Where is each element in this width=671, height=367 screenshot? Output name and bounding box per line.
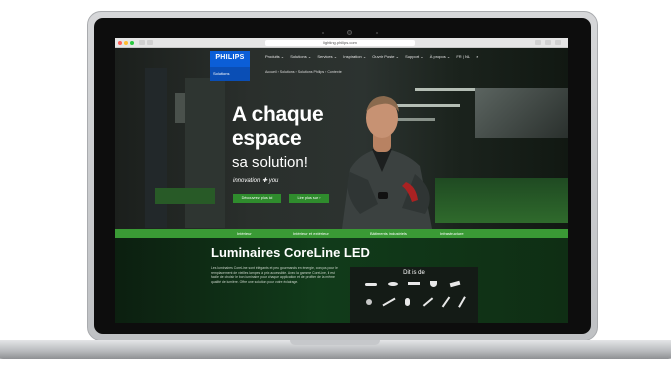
green-wall-stripe — [155, 188, 215, 204]
sensor-dot — [376, 32, 378, 34]
category-link[interactable]: Intérieur et extérieur — [293, 229, 329, 238]
luminaire-icon — [405, 298, 410, 306]
category-link[interactable]: Intérieur — [237, 229, 252, 238]
category-bar: Intérieur Intérieur et extérieur Bâtimen… — [115, 229, 568, 238]
luminaire-icon — [366, 299, 372, 305]
panel-title: Dit is de — [403, 270, 425, 276]
category-link[interactable]: Bâtiments industriels — [370, 229, 407, 238]
hero-subheadline: sa solution! — [232, 154, 308, 171]
main-menu: Produits ⌄ Solutions ⌄ Services ⌄ Inspir… — [265, 54, 483, 59]
back-button[interactable] — [139, 40, 145, 45]
luminaire-icon — [408, 282, 420, 285]
menu-item[interactable]: Produits ⌄ — [265, 54, 284, 59]
headline-line: espace — [232, 127, 302, 150]
product-section: Luminaires CoreLine LED Les luminaires C… — [115, 238, 568, 323]
language-switch[interactable]: FR | NL — [456, 54, 470, 59]
luminaire-icon — [430, 281, 437, 287]
sensor-dot — [322, 32, 324, 34]
hero-tagline: innovation ✚ you — [233, 178, 279, 184]
minimize-icon[interactable] — [124, 41, 128, 45]
forward-button[interactable] — [147, 40, 153, 45]
green-wall-stripe — [435, 178, 568, 223]
category-link[interactable]: Infrastructure — [440, 229, 464, 238]
logo-subtitle: Solutions — [210, 67, 250, 81]
close-icon[interactable] — [118, 41, 122, 45]
laptop-screen: lighting.philips.com PHILIPS Solutions P… — [115, 38, 568, 323]
menu-item[interactable]: Ouvrir Poste ⌄ — [372, 54, 399, 59]
maximize-icon[interactable] — [130, 41, 134, 45]
luminaire-icon — [422, 297, 434, 307]
search-icon[interactable]: ⌕ — [476, 54, 478, 59]
person-photo — [342, 96, 432, 229]
share-button[interactable] — [535, 40, 541, 45]
laptop-notch — [290, 340, 380, 345]
section-title: Luminaires CoreLine LED — [211, 245, 370, 260]
luminaire-icon — [388, 282, 398, 286]
discover-button[interactable]: Découvrez plus ici — [233, 194, 281, 203]
hero-banner: PHILIPS Solutions Produits ⌄ Solutions ⌄… — [115, 48, 568, 229]
camera-icon — [347, 30, 352, 35]
headline-line: A chaque — [232, 103, 324, 126]
tabs-button[interactable] — [545, 40, 551, 45]
hero-headline: A chaque espace — [232, 103, 324, 151]
ceiling-duct — [475, 88, 568, 138]
parking-wall — [185, 78, 225, 228]
luminaire-icon — [365, 283, 377, 286]
luminaire-icon — [382, 297, 396, 307]
luminaire-icon — [449, 280, 461, 288]
menu-item[interactable]: À propos ⌄ — [430, 54, 450, 59]
section-paragraph: Les luminaires CoreLine sont élégants et… — [211, 266, 338, 284]
philips-logo[interactable]: PHILIPS Solutions — [210, 51, 250, 81]
read-more-button[interactable]: Lire plus sur › — [289, 194, 329, 203]
logo-brand: PHILIPS — [215, 54, 245, 61]
menu-item[interactable]: Inspiration ⌄ — [343, 54, 366, 59]
parking-pillar — [145, 68, 167, 228]
philips-webpage: PHILIPS Solutions Produits ⌄ Solutions ⌄… — [115, 48, 568, 323]
menu-item[interactable]: Support ⌄ — [405, 54, 423, 59]
browser-chrome: lighting.philips.com — [115, 38, 568, 48]
menu-item[interactable]: Services ⌄ — [317, 54, 337, 59]
menu-item[interactable]: Solutions ⌄ — [290, 54, 311, 59]
add-tab-button[interactable] — [555, 40, 561, 45]
address-bar[interactable]: lighting.philips.com — [265, 40, 415, 46]
breadcrumb[interactable]: Accueil › Solutions › Solutions Philips … — [265, 70, 342, 74]
luminaire-icon — [441, 296, 451, 308]
luminaire-icon — [458, 296, 466, 308]
product-panel: Dit is de — [350, 267, 478, 323]
